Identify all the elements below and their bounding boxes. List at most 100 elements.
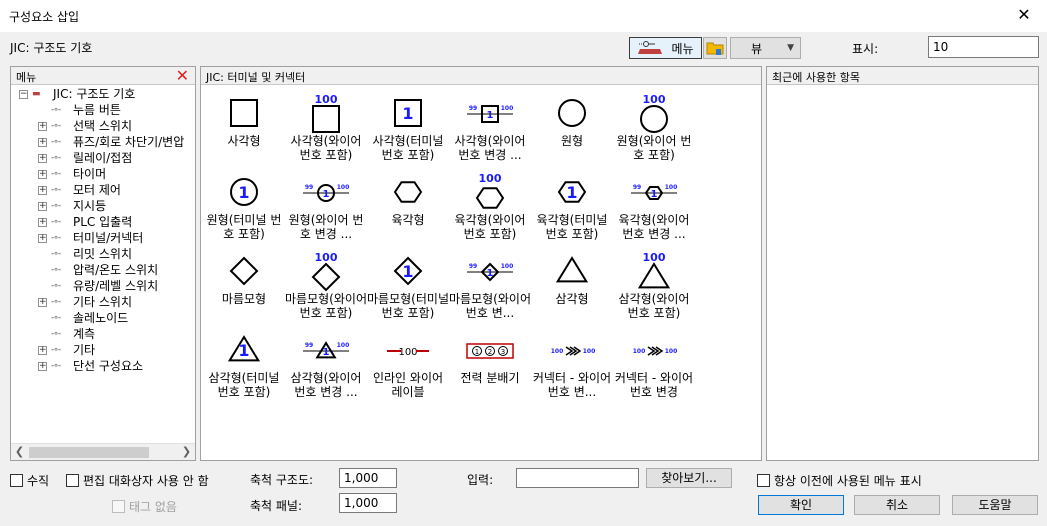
symbol-item-diamond[interactable]: 100 마름모형(와이어 번호 포함) <box>285 250 367 328</box>
symbol-item-triangle[interactable]: 100 삼각형(와이어 번호 포함) <box>613 250 695 328</box>
vertical-checkbox-label: 수직 <box>27 474 50 488</box>
symbol-item-diamond-num[interactable]: 1 마름모형(터미널 번호 포함) <box>367 250 449 328</box>
tree-item[interactable]: -∘- 리밋 스위치 <box>11 246 195 262</box>
tree-item[interactable]: -∘- 솔레노이드 <box>11 310 195 326</box>
expand-icon[interactable]: + <box>38 202 47 211</box>
symbol-label: 마름모형(터미널 번호 포함) <box>367 292 449 320</box>
tree-item[interactable]: + -∘- 모터 제어 <box>11 182 195 198</box>
expand-icon[interactable]: + <box>38 170 47 179</box>
scroll-right-icon[interactable]: ❯ <box>178 444 195 461</box>
symbol-item-triangle[interactable]: 삼각형 <box>531 250 613 328</box>
always-show-checkbox[interactable]: 항상 이전에 사용된 메뉴 표시 <box>757 472 922 489</box>
svg-text:100: 100 <box>633 348 646 355</box>
close-button[interactable]: ✕ <box>1001 0 1047 31</box>
tree-item[interactable]: + -∘- 단선 구성요소 <box>11 358 195 374</box>
symbol-item-triangle-num[interactable]: 1 삼각형(터미널 번호 포함) <box>203 329 285 407</box>
expand-icon[interactable]: + <box>38 346 47 355</box>
input-field[interactable] <box>516 468 639 488</box>
tree-item[interactable]: + -∘- 퓨즈/회로 차단기/변압 <box>11 134 195 150</box>
menu-button[interactable]: 메뉴 <box>629 37 702 59</box>
no-edit-dialog-checkbox[interactable]: 편집 대화상자 사용 안 함 <box>66 472 209 489</box>
scale-schematic-input[interactable] <box>339 468 397 488</box>
vertical-checkbox-box[interactable] <box>10 474 23 487</box>
expand-icon[interactable]: + <box>38 154 47 163</box>
symbol-icon: 100 <box>475 173 505 209</box>
show-count-input[interactable] <box>928 36 1039 58</box>
symbol-item-hexagon[interactable]: 육각형 <box>367 171 449 249</box>
symbol-item-square-num[interactable]: 1 사각형(터미널 번호 포함) <box>367 92 449 170</box>
symbol-icon: 100 100 <box>633 346 677 356</box>
expand-icon[interactable]: + <box>38 362 47 371</box>
tree-item[interactable]: + -∘- PLC 입출력 <box>11 214 195 230</box>
expand-icon[interactable]: + <box>38 138 47 147</box>
symbol-item-connector-change[interactable]: 100 100 커넥터 - 와이어 번호 변... <box>531 329 613 407</box>
tree-item-label: 리밋 스위치 <box>73 247 133 261</box>
symbol-item-circle-change[interactable]: 99 100 1 원형(와이어 번호 변경 ... <box>285 171 367 249</box>
tree-item[interactable]: + -∘- 터미널/커넥터 <box>11 230 195 246</box>
symbol-item-hexagon-change[interactable]: 99 100 1 육각형(와이어 번호 변경 ... <box>613 171 695 249</box>
svg-text:2: 2 <box>488 348 492 356</box>
tree-item[interactable]: + -∘- 지시등 <box>11 198 195 214</box>
symbol-item-inline[interactable]: 100 인라인 와이어 레이블 <box>367 329 449 407</box>
svg-text:1: 1 <box>487 268 494 279</box>
symbol-item-connector[interactable]: 100 100 커넥터 - 와이어 번호 변경 <box>613 329 695 407</box>
svg-text:1: 1 <box>238 183 249 202</box>
expand-icon[interactable]: + <box>38 218 47 227</box>
symbol-item-diamond-change[interactable]: 99 100 1 마름모형(와이어 번호 변... <box>449 250 531 328</box>
tree-item[interactable]: + -∘- 기타 <box>11 342 195 358</box>
tree-item-label: 릴레이/접점 <box>73 151 133 165</box>
tree-item[interactable]: -∘- 압력/온도 스위치 <box>11 262 195 278</box>
title-bar: 구성요소 삽입 ✕ <box>0 0 1047 32</box>
collapse-icon[interactable]: − <box>19 90 28 99</box>
no-tag-checkbox[interactable]: 태그 없음 <box>112 498 177 515</box>
input-label: 입력: <box>467 473 494 487</box>
ok-button[interactable]: 확인 <box>758 495 844 515</box>
tree-item[interactable]: -∘- 누름 버튼 <box>11 102 195 118</box>
expand-icon[interactable]: + <box>38 122 47 131</box>
expand-icon[interactable]: + <box>38 234 47 243</box>
scroll-left-icon[interactable]: ❮ <box>11 444 28 461</box>
symbol-item-circle[interactable]: 원형 <box>531 92 613 170</box>
always-show-checkbox-box[interactable] <box>757 474 770 487</box>
svg-text:100: 100 <box>337 184 350 191</box>
symbol-item-square[interactable]: 100 사각형(와이어 번호 포함) <box>285 92 367 170</box>
browse-folder-button[interactable] <box>703 37 727 59</box>
symbol-item-circle-num[interactable]: 1 원형(터미널 번호 포함) <box>203 171 285 249</box>
expand-icon[interactable]: + <box>38 298 47 307</box>
symbol-icon: 100 100 <box>551 346 595 356</box>
tree-item[interactable]: -∘- 유량/레벨 스위치 <box>11 278 195 294</box>
svg-text:1: 1 <box>323 189 330 200</box>
symbol-item-triangle-change[interactable]: 99 100 1 삼각형(와이어 번호 변경 ... <box>285 329 367 407</box>
tree-item[interactable]: + -∘- 선택 스위치 <box>11 118 195 134</box>
no-tag-checkbox-box[interactable] <box>112 500 125 513</box>
symbol-item-diamond[interactable]: 마름모형 <box>203 250 285 328</box>
symbol-label: 마름모형(와이어 번호 변... <box>449 292 531 320</box>
tree-item[interactable]: -∘- 계측 <box>11 326 195 342</box>
tree-item[interactable]: + -∘- 릴레이/접점 <box>11 150 195 166</box>
browse-button[interactable]: 찾아보기... <box>646 468 732 488</box>
symbol-item-distributor[interactable]: 1 2 3 전력 분배기 <box>449 329 531 407</box>
svg-text:1: 1 <box>475 348 479 356</box>
horizontal-scrollbar[interactable]: ❮ ❯ <box>11 443 195 460</box>
symbol-item-hexagon[interactable]: 100 육각형(와이어 번호 포함) <box>449 171 531 249</box>
view-dropdown[interactable]: 뷰 ▼ <box>730 37 801 59</box>
symbol-item-circle[interactable]: 100 원형(와이어 번호 포함) <box>613 92 695 170</box>
vertical-checkbox[interactable]: 수직 <box>10 472 49 489</box>
tree-root[interactable]: − ▬ JIC: 구조도 기호 <box>11 86 195 102</box>
scroll-thumb[interactable] <box>29 447 149 458</box>
tree-item-label: 모터 제어 <box>73 183 121 197</box>
cancel-button[interactable]: 취소 <box>854 495 940 515</box>
symbol-icon: 100 <box>311 252 341 292</box>
symbol-item-square[interactable]: 사각형 <box>203 92 285 170</box>
symbol-item-hexagon-num[interactable]: 1 육각형(터미널 번호 포함) <box>531 171 613 249</box>
symbol-label: 육각형(와이어 번호 포함) <box>454 213 526 241</box>
symbol-item-square-change[interactable]: 99 100 1 사각형(와이어 번호 변경 ... <box>449 92 531 170</box>
scale-panel-input[interactable] <box>339 493 397 513</box>
tree-item[interactable]: + -∘- 기타 스위치 <box>11 294 195 310</box>
tree-item[interactable]: + -∘- 타이머 <box>11 166 195 182</box>
help-button[interactable]: 도움말 <box>952 495 1038 515</box>
close-menu-icon[interactable]: ✕ <box>176 67 189 85</box>
expand-icon[interactable]: + <box>38 186 47 195</box>
no-edit-dialog-checkbox-box[interactable] <box>66 474 79 487</box>
svg-text:99: 99 <box>305 342 313 349</box>
